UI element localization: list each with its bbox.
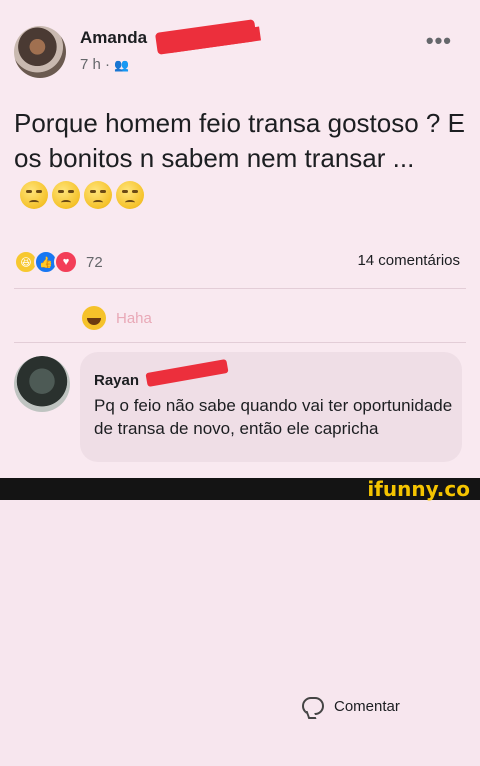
worried-face-icon xyxy=(84,181,112,210)
worried-face-icon xyxy=(52,181,80,210)
comment-text: Pq o feio não sabe quando vai ter oportu… xyxy=(94,396,453,438)
haha-label: Haha xyxy=(116,309,152,327)
comment-item: Rayan Pq o feio não sabe quando vai ter … xyxy=(14,350,466,470)
emoji-row xyxy=(20,181,144,210)
haha-button[interactable]: Haha xyxy=(82,306,152,330)
post-card: Amanda 7 h · 👥 ••• Porque homem feio tra… xyxy=(0,0,480,715)
reaction-count: 72 xyxy=(86,253,103,271)
love-reaction-icon: ♥ xyxy=(54,250,78,274)
reactions-summary[interactable]: 😆 👍 ♥ 72 xyxy=(14,250,103,274)
post-text: Porque homem feio transa gostoso ? E os … xyxy=(14,106,466,211)
haha-icon xyxy=(82,306,106,330)
post-meta: 7 h · 👥 xyxy=(80,56,129,73)
commenter-avatar[interactable] xyxy=(14,356,70,412)
divider xyxy=(14,342,466,343)
friends-icon: 👥 xyxy=(114,57,129,72)
comment-button[interactable]: Comentar xyxy=(302,646,480,766)
post-header: Amanda 7 h · 👥 ••• xyxy=(14,19,466,78)
post-time[interactable]: 7 h · xyxy=(80,56,110,73)
comment-label: Comentar xyxy=(334,697,400,715)
worried-face-icon xyxy=(116,181,144,210)
redaction-mark xyxy=(154,19,258,55)
commenter-name[interactable]: Rayan xyxy=(94,372,139,389)
post-body: Porque homem feio transa gostoso ? E os … xyxy=(14,108,465,173)
comment-bubble: Rayan Pq o feio não sabe quando vai ter … xyxy=(80,352,462,462)
watermark-bar: ifunny.co xyxy=(0,478,480,500)
redaction-mark xyxy=(145,358,229,388)
watermark-logo: ifunny.co xyxy=(367,477,470,501)
divider xyxy=(14,288,466,289)
more-options-button[interactable]: ••• xyxy=(426,28,452,54)
worried-face-icon xyxy=(20,181,48,210)
comment-icon xyxy=(302,697,324,715)
author-name[interactable]: Amanda xyxy=(80,28,147,48)
action-bar: Haha Comentar xyxy=(0,296,480,715)
author-avatar[interactable] xyxy=(14,26,66,78)
comments-count[interactable]: 14 comentários xyxy=(357,252,460,269)
